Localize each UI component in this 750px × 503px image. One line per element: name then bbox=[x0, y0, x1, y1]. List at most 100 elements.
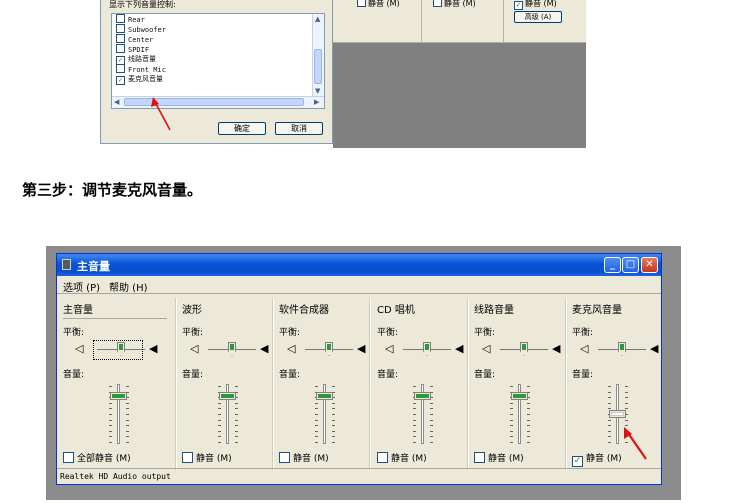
volume-thumb[interactable] bbox=[110, 392, 127, 400]
balance-thumb[interactable] bbox=[325, 342, 333, 356]
balance-label: 平衡: bbox=[572, 328, 594, 338]
balance-thumb[interactable] bbox=[618, 342, 626, 356]
checkbox[interactable] bbox=[182, 452, 193, 463]
speaker-app-icon bbox=[62, 259, 71, 270]
vertical-scrollbar[interactable]: ▲ ▼ bbox=[312, 14, 324, 98]
mute-checkbox[interactable]: 静音 (M) bbox=[377, 451, 427, 464]
mixer-bottom-band: 静音 (M) 静音 (M) ✓ 静音 (M) 高级 (A) bbox=[333, 0, 586, 43]
mute-checkbox[interactable]: 静音 (M) bbox=[182, 451, 232, 464]
checkbox[interactable] bbox=[474, 452, 485, 463]
column-title: 主音量 bbox=[63, 305, 93, 316]
list-item[interactable]: ✓ 麦克风音量 bbox=[116, 74, 163, 85]
checkbox[interactable] bbox=[116, 24, 125, 33]
mute-checkbox[interactable]: ✓ 静音 (M) bbox=[572, 451, 622, 467]
menu-help[interactable]: 帮助 (H) bbox=[109, 279, 148, 294]
balance-slider[interactable]: ◁ ◀ bbox=[385, 338, 465, 362]
close-icon[interactable]: ✕ bbox=[641, 257, 658, 273]
balance-slider[interactable]: ◁ ◀ bbox=[190, 338, 270, 362]
mixer-window-partial: 静音 (M) 静音 (M) ✓ 静音 (M) 高级 (A) bbox=[333, 0, 586, 148]
column-divider bbox=[503, 0, 504, 42]
speaker-right-icon: ◀ bbox=[650, 342, 659, 355]
ok-button[interactable]: 确定 bbox=[218, 122, 266, 135]
speaker-right-icon: ◀ bbox=[552, 342, 561, 355]
menu-bar: 选项 (P) 帮助 (H) bbox=[57, 276, 661, 294]
column-divider bbox=[467, 298, 469, 470]
volume-thumb[interactable] bbox=[511, 392, 528, 400]
scroll-thumb[interactable] bbox=[124, 98, 304, 106]
volume-slider[interactable] bbox=[311, 384, 339, 444]
mute-checkbox[interactable]: 静音 (M) bbox=[474, 451, 524, 464]
mute-checkbox[interactable]: 静音 (M) bbox=[433, 0, 476, 9]
volume-label: 音量: bbox=[377, 370, 399, 380]
dialog-list-caption: 显示下列音量控制: bbox=[109, 0, 176, 9]
checkbox-checked[interactable]: ✓ bbox=[116, 76, 125, 85]
checkbox[interactable] bbox=[279, 452, 290, 463]
balance-label: 平衡: bbox=[279, 328, 301, 338]
checkbox[interactable] bbox=[377, 452, 388, 463]
volume-thumb[interactable] bbox=[316, 392, 333, 400]
volume-label: 音量: bbox=[279, 370, 301, 380]
checkbox[interactable] bbox=[116, 64, 125, 73]
balance-label: 平衡: bbox=[63, 328, 85, 338]
volume-control-list[interactable]: Rear Subwoofer Center SPDIF ✓ 线路音量 Front … bbox=[111, 13, 325, 109]
scroll-right-icon[interactable]: ▶ bbox=[314, 98, 319, 107]
column-title: 麦克风音量 bbox=[572, 305, 622, 316]
balance-thumb[interactable] bbox=[520, 342, 528, 356]
balance-label: 平衡: bbox=[474, 328, 496, 338]
volume-slider[interactable] bbox=[105, 384, 133, 444]
maximize-icon[interactable]: □ bbox=[622, 257, 639, 273]
scroll-thumb[interactable] bbox=[314, 49, 322, 84]
volume-slider[interactable] bbox=[409, 384, 437, 444]
mute-checkbox[interactable]: 静音 (M) bbox=[357, 0, 400, 9]
volume-thumb[interactable] bbox=[219, 392, 236, 400]
speaker-left-icon: ◁ bbox=[190, 342, 199, 355]
volume-slider[interactable] bbox=[214, 384, 242, 444]
master-volume-window: 主音量 _ □ ✕ 选项 (P) 帮助 (H) 主音量平衡: ◁ ◀ 音量: 全… bbox=[56, 253, 662, 485]
checkbox[interactable] bbox=[63, 452, 74, 463]
checkbox-checked[interactable]: ✓ bbox=[572, 456, 583, 467]
mute-checkbox[interactable]: 静音 (M) bbox=[279, 451, 329, 464]
mute-checkbox[interactable]: ✓ 静音 (M) bbox=[514, 0, 557, 10]
menu-options[interactable]: 选项 (P) bbox=[63, 279, 100, 294]
balance-label: 平衡: bbox=[182, 328, 204, 338]
minimize-icon[interactable]: _ bbox=[604, 257, 621, 273]
speaker-left-icon: ◁ bbox=[385, 342, 394, 355]
volume-label: 音量: bbox=[182, 370, 204, 380]
cancel-button[interactable]: 取消 bbox=[275, 122, 323, 135]
volume-slider[interactable] bbox=[604, 384, 632, 444]
balance-thumb[interactable] bbox=[423, 342, 431, 356]
balance-slider[interactable]: ◁ ◀ bbox=[482, 338, 562, 362]
mute-checkbox[interactable]: 全部静音 (M) bbox=[63, 451, 131, 464]
scroll-left-icon[interactable]: ◀ bbox=[114, 98, 119, 107]
column-divider bbox=[565, 298, 567, 470]
checkbox[interactable] bbox=[116, 14, 125, 23]
volume-label: 音量: bbox=[572, 370, 594, 380]
volume-slider[interactable] bbox=[506, 384, 534, 444]
step-instruction: 第三步：调节麦克风音量。 bbox=[22, 181, 203, 199]
speaker-left-icon: ◁ bbox=[482, 342, 491, 355]
scroll-down-icon[interactable]: ▼ bbox=[315, 87, 320, 96]
volume-thumb[interactable] bbox=[414, 392, 431, 400]
title-bar[interactable]: 主音量 _ □ ✕ bbox=[57, 254, 661, 276]
volume-label: 音量: bbox=[474, 370, 496, 380]
balance-slider[interactable]: ◁ ◀ bbox=[580, 338, 660, 362]
column-title: 线路音量 bbox=[474, 305, 514, 316]
balance-slider[interactable]: ◁ ◀ bbox=[287, 338, 367, 362]
speaker-right-icon: ◀ bbox=[149, 342, 158, 355]
column-title: 波形 bbox=[182, 305, 202, 316]
volume-label: 音量: bbox=[63, 370, 85, 380]
speaker-left-icon: ◁ bbox=[287, 342, 296, 355]
horizontal-scrollbar[interactable]: ◀ ▶ bbox=[112, 96, 324, 108]
checkbox[interactable] bbox=[116, 44, 125, 53]
checkbox[interactable] bbox=[116, 34, 125, 43]
volume-thumb[interactable] bbox=[609, 410, 626, 418]
balance-label: 平衡: bbox=[377, 328, 399, 338]
advanced-button[interactable]: 高级 (A) bbox=[514, 11, 562, 23]
status-bar: Realtek HD Audio output bbox=[57, 468, 661, 485]
column-divider bbox=[421, 0, 422, 42]
balance-thumb[interactable] bbox=[228, 342, 236, 356]
device-name: Realtek HD Audio output bbox=[60, 472, 171, 481]
column-divider bbox=[272, 298, 274, 470]
column-title: 软件合成器 bbox=[279, 305, 329, 316]
scroll-up-icon[interactable]: ▲ bbox=[315, 15, 320, 24]
